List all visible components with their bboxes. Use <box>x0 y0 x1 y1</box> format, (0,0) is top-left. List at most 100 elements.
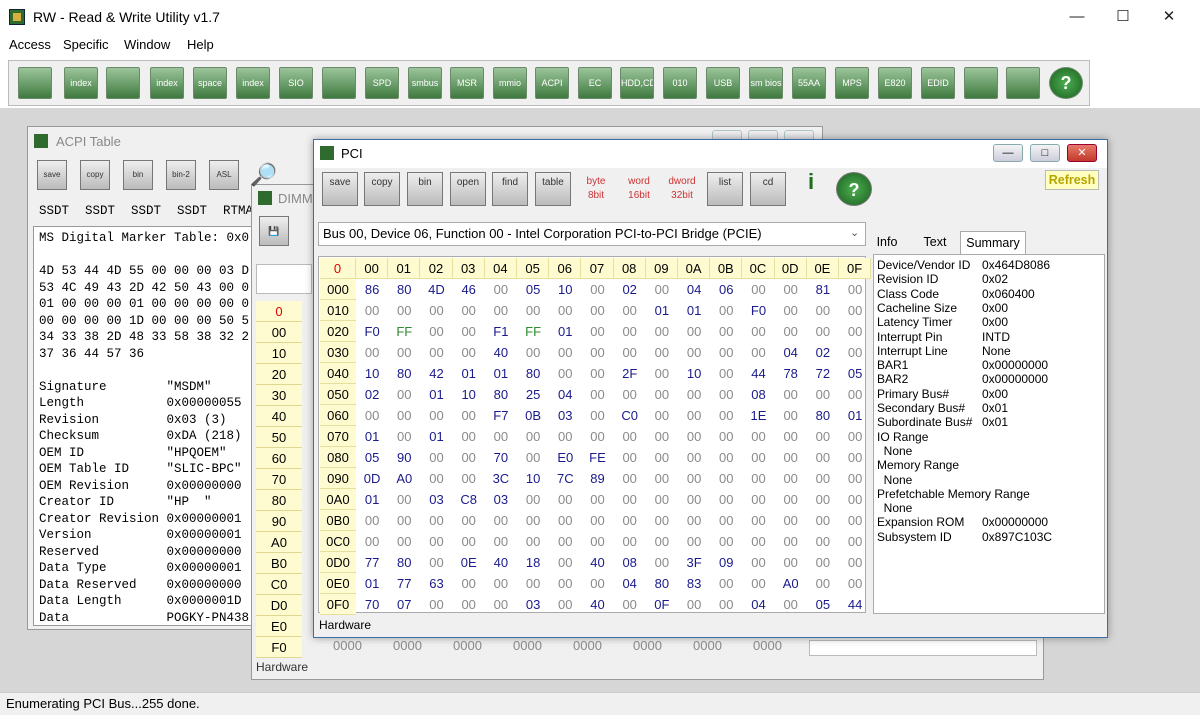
grid-cell[interactable]: 02 <box>807 342 839 363</box>
grid-cell[interactable]: 00 <box>581 342 613 363</box>
grid-cell[interactable]: 00 <box>839 531 871 552</box>
grid-cell[interactable]: 00 <box>646 279 678 300</box>
cmd-icon[interactable] <box>964 67 998 99</box>
grid-cell[interactable]: 00 <box>646 468 678 489</box>
grid-cell[interactable]: 00 <box>388 384 420 405</box>
hdd-cd-icon[interactable]: HDD,CD <box>620 67 654 99</box>
55aa-icon[interactable]: 55AA <box>792 67 826 99</box>
byte-8bit-icon[interactable]: byte 8bit <box>578 172 614 206</box>
grid-cell[interactable]: 00 <box>742 342 774 363</box>
copy-icon[interactable]: copy <box>364 172 400 206</box>
menu-help[interactable]: Help <box>187 37 214 52</box>
grid-cell[interactable]: 00 <box>420 405 452 426</box>
grid-cell[interactable]: 00 <box>614 489 646 510</box>
word-16bit-icon[interactable]: word 16bit <box>621 172 657 206</box>
grid-cell[interactable]: 00 <box>839 300 871 321</box>
save-icon[interactable]: save <box>322 172 358 206</box>
grid-cell[interactable]: 40 <box>581 552 613 573</box>
pci-minimize-button[interactable]: — <box>993 144 1023 162</box>
acpi-save-icon[interactable]: save <box>37 160 67 190</box>
grid-cell[interactable]: 01 <box>485 363 517 384</box>
grid-cell[interactable]: 00 <box>517 426 549 447</box>
info-icon[interactable]: i <box>793 171 829 206</box>
grid-cell[interactable]: 00 <box>678 594 710 615</box>
grid-cell[interactable]: 00 <box>678 489 710 510</box>
grid-cell[interactable]: 00 <box>807 531 839 552</box>
grid-cell[interactable]: 00 <box>581 321 613 342</box>
grid-cell[interactable]: 80 <box>388 363 420 384</box>
acpi-asl-icon[interactable]: ASL <box>209 160 239 190</box>
grid-cell[interactable]: 1E <box>742 405 774 426</box>
grid-cell[interactable]: 00 <box>581 363 613 384</box>
grid-cell[interactable]: 00 <box>420 510 452 531</box>
grid-cell[interactable]: 80 <box>388 552 420 573</box>
grid-cell[interactable]: 10 <box>453 384 485 405</box>
grid-cell[interactable]: 00 <box>549 552 581 573</box>
grid-cell[interactable]: 00 <box>646 552 678 573</box>
grid-cell[interactable]: 89 <box>581 468 613 489</box>
grid-cell[interactable]: 00 <box>549 300 581 321</box>
grid-cell[interactable]: 00 <box>646 342 678 363</box>
grid-cell[interactable]: 00 <box>839 447 871 468</box>
menu-specific[interactable]: Specific <box>63 37 109 52</box>
grid-cell[interactable]: 00 <box>614 300 646 321</box>
grid-cell[interactable]: 00 <box>485 279 517 300</box>
grid-cell[interactable]: 00 <box>517 573 549 594</box>
grid-cell[interactable]: 0F <box>646 594 678 615</box>
grid-cell[interactable]: 42 <box>420 363 452 384</box>
grid-cell[interactable]: 00 <box>485 426 517 447</box>
pci-card-icon[interactable] <box>1006 67 1040 99</box>
grid-cell[interactable]: 00 <box>549 573 581 594</box>
grid-cell[interactable]: 04 <box>678 279 710 300</box>
grid-cell[interactable]: 00 <box>839 552 871 573</box>
grid-cell[interactable]: 00 <box>614 447 646 468</box>
grid-cell[interactable]: 10 <box>356 363 388 384</box>
grid-cell[interactable]: 00 <box>453 426 485 447</box>
index-2-icon[interactable]: index <box>150 67 184 99</box>
grid-cell[interactable]: 01 <box>420 384 452 405</box>
spd-icon[interactable]: SPD <box>365 67 399 99</box>
grid-cell[interactable]: 80 <box>388 279 420 300</box>
grid-cell[interactable]: FF <box>388 321 420 342</box>
grid-cell[interactable]: 00 <box>614 510 646 531</box>
grid-cell[interactable]: 00 <box>807 300 839 321</box>
grid-cell[interactable]: 00 <box>807 426 839 447</box>
grid-cell[interactable]: 00 <box>517 510 549 531</box>
grid-cell[interactable]: 00 <box>388 489 420 510</box>
grid-cell[interactable]: 03 <box>549 405 581 426</box>
grid-cell[interactable]: 00 <box>581 405 613 426</box>
grid-cell[interactable]: 86 <box>356 279 388 300</box>
pci-close-button[interactable]: ✕ <box>1067 144 1097 162</box>
grid-cell[interactable]: 44 <box>742 363 774 384</box>
grid-cell[interactable]: 00 <box>453 531 485 552</box>
grid-cell[interactable]: 00 <box>485 531 517 552</box>
grid-cell[interactable]: 81 <box>807 279 839 300</box>
grid-cell[interactable]: 00 <box>742 489 774 510</box>
grid-cell[interactable]: 05 <box>807 594 839 615</box>
grid-cell[interactable]: 00 <box>678 405 710 426</box>
mmio-icon[interactable]: mmio <box>493 67 527 99</box>
grid-cell[interactable]: 00 <box>742 573 774 594</box>
binoculars-icon[interactable]: 🔎 <box>250 160 284 192</box>
edid-icon[interactable]: EDID <box>921 67 955 99</box>
grid-cell[interactable]: 00 <box>420 447 452 468</box>
grid-cell[interactable]: C0 <box>614 405 646 426</box>
grid-cell[interactable]: 00 <box>453 573 485 594</box>
grid-cell[interactable]: 0E <box>453 552 485 573</box>
grid-cell[interactable]: 80 <box>485 384 517 405</box>
grid-cell[interactable]: 00 <box>453 447 485 468</box>
grid-cell[interactable]: 78 <box>775 363 807 384</box>
grid-cell[interactable]: C8 <box>453 489 485 510</box>
grid-cell[interactable]: 01 <box>356 489 388 510</box>
grid-cell[interactable]: 25 <box>517 384 549 405</box>
grid-cell[interactable]: 00 <box>775 468 807 489</box>
grid-cell[interactable]: 00 <box>742 510 774 531</box>
memory-icon[interactable] <box>18 67 52 99</box>
grid-cell[interactable]: 06 <box>710 279 742 300</box>
grid-cell[interactable]: 00 <box>646 405 678 426</box>
tab-summary[interactable]: Summary <box>960 231 1026 254</box>
grid-cell[interactable]: 00 <box>614 342 646 363</box>
grid-cell[interactable]: 00 <box>517 531 549 552</box>
grid-cell[interactable]: 03 <box>517 594 549 615</box>
grid-cell[interactable]: 72 <box>807 363 839 384</box>
